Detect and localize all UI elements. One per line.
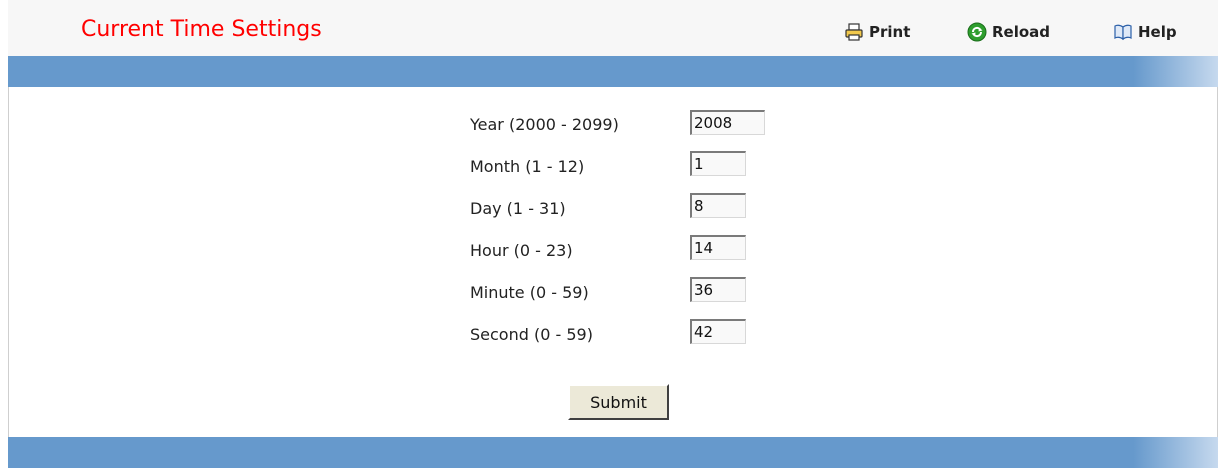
page-title: Current Time Settings xyxy=(81,17,322,42)
reload-label: Reload xyxy=(992,23,1051,41)
year-label: Year (2000 - 2099) xyxy=(470,115,619,134)
page: Current Time Settings Print Reload Help … xyxy=(0,0,1226,468)
reload-button[interactable]: Reload xyxy=(967,21,1050,43)
hour-label: Hour (0 - 23) xyxy=(470,241,573,260)
hour-input[interactable] xyxy=(690,235,746,260)
second-label: Second (0 - 59) xyxy=(470,325,593,344)
reload-icon xyxy=(967,22,987,42)
print-button[interactable]: Print xyxy=(844,21,910,43)
printer-icon xyxy=(844,22,864,42)
top-divider-bar xyxy=(8,56,1218,87)
minute-input[interactable] xyxy=(690,277,746,302)
print-label: Print xyxy=(869,23,911,41)
month-label: Month (1 - 12) xyxy=(470,157,585,176)
minute-label: Minute (0 - 59) xyxy=(470,283,589,302)
book-icon xyxy=(1113,22,1133,42)
day-label: Day (1 - 31) xyxy=(470,199,566,218)
day-input[interactable] xyxy=(690,193,746,218)
year-input[interactable] xyxy=(690,110,765,135)
header: Current Time Settings Print Reload Help xyxy=(8,0,1218,56)
bottom-divider-bar xyxy=(8,437,1218,468)
help-button[interactable]: Help xyxy=(1113,21,1177,43)
submit-button[interactable]: Submit xyxy=(568,384,669,420)
help-label: Help xyxy=(1138,23,1177,41)
second-input[interactable] xyxy=(690,319,746,344)
form-panel: Year (2000 - 2099) Month (1 - 12) Day (1… xyxy=(8,87,1218,437)
month-input[interactable] xyxy=(690,151,746,176)
